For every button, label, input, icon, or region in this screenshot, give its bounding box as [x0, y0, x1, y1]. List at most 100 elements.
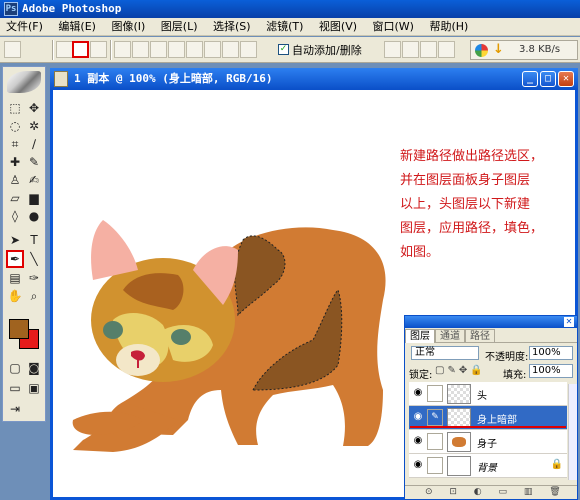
marquee-tool-icon[interactable]: ⬚: [6, 99, 24, 117]
path-select-icon[interactable]: ➤: [6, 231, 24, 249]
rectangle-icon[interactable]: [150, 41, 167, 58]
net-speed: 3.8 KB/s: [519, 44, 561, 55]
gradient-tool-icon[interactable]: ▆: [25, 189, 43, 207]
polygon-icon[interactable]: [204, 41, 221, 58]
layer-row[interactable]: ◉ 头: [409, 382, 567, 406]
layers-scrollbar[interactable]: [568, 384, 577, 480]
ellipse-icon[interactable]: [186, 41, 203, 58]
quickmask-mode-icon[interactable]: ◙: [25, 359, 43, 377]
menu-image[interactable]: 图像(I): [105, 18, 151, 36]
fill-label: 填充:: [503, 370, 527, 381]
pen-tool-preset-icon[interactable]: [4, 41, 21, 58]
download-arrow-icon: ↓: [493, 42, 504, 57]
blend-mode-select[interactable]: 正常: [411, 346, 479, 360]
fill-pixels-icon[interactable]: [90, 41, 107, 58]
hand-tool-icon[interactable]: ✋: [6, 287, 24, 305]
tab-paths[interactable]: 路径: [465, 329, 495, 343]
lasso-tool-icon[interactable]: ◌: [6, 117, 24, 135]
instruction-text: 新建路径做出路径选区， 并在图层面板身子图层 以上，头图层以下新建 图层，应用路…: [400, 145, 580, 265]
foreground-color-swatch[interactable]: [9, 319, 29, 339]
menu-edit[interactable]: 编辑(E): [52, 18, 102, 36]
layer-thumbnail: [447, 432, 471, 452]
shape-layers-icon[interactable]: [56, 41, 73, 58]
panel-close-icon[interactable]: ✕: [564, 317, 574, 327]
layer-name: 头: [477, 391, 487, 402]
network-meter: ↓ 3.8 KB/s: [470, 40, 578, 60]
instruction-line: 并在图层面板身子图层: [400, 173, 531, 188]
instruction-line: 图层，应用路径，填色，: [400, 221, 544, 236]
layer-row[interactable]: ◉ 身子: [409, 430, 567, 454]
opacity-input[interactable]: 100%: [529, 346, 573, 360]
jump-to-imageready-icon[interactable]: ⇥: [6, 400, 24, 418]
eye-icon[interactable]: ◉: [411, 434, 425, 448]
pen-icon[interactable]: [114, 41, 131, 58]
blur-tool-icon[interactable]: ◊: [6, 207, 24, 225]
eye-icon[interactable]: ◉: [411, 386, 425, 400]
standard-mode-icon[interactable]: ▢: [6, 359, 24, 377]
line-icon[interactable]: [222, 41, 239, 58]
clone-stamp-icon[interactable]: ♙: [6, 171, 24, 189]
eye-icon[interactable]: ◉: [411, 458, 425, 472]
notes-tool-icon[interactable]: ▤: [6, 269, 24, 287]
layer-name: 身子: [477, 439, 497, 450]
menu-window[interactable]: 窗口(W): [367, 18, 420, 36]
zoom-tool-icon[interactable]: ⌕: [25, 287, 43, 305]
layer-row[interactable]: ◉ 背景 🔒: [409, 454, 567, 478]
instruction-line: 如图。: [400, 245, 440, 260]
full-screen-icon[interactable]: ▣: [25, 379, 43, 397]
brush-tool-icon[interactable]: ✎: [25, 153, 43, 171]
layers-panel: ✕ 图层 通道 路径 正常 不透明度: 100% 锁定: ▢✎✥🔒 填充: 100%…: [404, 315, 578, 500]
app-title: Adobe Photoshop: [22, 2, 122, 15]
screen-mode-icon[interactable]: ▭: [6, 379, 24, 397]
canvas-artwork: [72, 220, 386, 452]
maximize-button[interactable]: □: [540, 71, 556, 87]
close-button[interactable]: ✕: [558, 71, 574, 87]
healing-brush-icon[interactable]: ✚: [6, 153, 24, 171]
layer-actions-icons[interactable]: ⊙ ⊡ ◐ ▭ ▥ 🗑: [425, 487, 568, 497]
lock-label: 锁定:: [409, 370, 433, 381]
brush-link-icon[interactable]: ✎: [427, 409, 443, 426]
tab-channels[interactable]: 通道: [435, 329, 465, 343]
eye-icon[interactable]: ◉: [411, 410, 425, 424]
options-bar: ✓ 自动添加/删除 ↓ 3.8 KB/s: [0, 37, 580, 63]
layer-link-box[interactable]: [427, 457, 443, 474]
menu-select[interactable]: 选择(S): [207, 18, 257, 36]
history-brush-icon[interactable]: ✍: [25, 171, 43, 189]
slice-tool-icon[interactable]: ∕: [25, 135, 43, 153]
menu-filter[interactable]: 滤镜(T): [260, 18, 309, 36]
rounded-rectangle-icon[interactable]: [168, 41, 185, 58]
exclude-path-icon[interactable]: [438, 41, 455, 58]
fill-input[interactable]: 100%: [529, 364, 573, 378]
opacity-label: 不透明度:: [485, 352, 529, 363]
panel-tabs: 图层 通道 路径: [405, 329, 577, 343]
menu-layer[interactable]: 图层(L): [155, 18, 204, 36]
lock-options-icon[interactable]: ▢✎✥🔒: [435, 365, 486, 376]
tab-layers[interactable]: 图层: [405, 329, 435, 343]
menu-view[interactable]: 视图(V): [313, 18, 363, 36]
eraser-tool-icon[interactable]: ▱: [6, 189, 24, 207]
magic-wand-icon[interactable]: ✲: [25, 117, 43, 135]
document-icon: [54, 71, 68, 87]
document-title: 1 副本 @ 100% (身上暗部, RGB/16): [74, 72, 273, 85]
freeform-pen-icon[interactable]: [132, 41, 149, 58]
auto-add-delete-checkbox[interactable]: ✓: [278, 44, 289, 55]
eyedropper-icon[interactable]: ✑: [25, 269, 43, 287]
custom-shape-icon[interactable]: [240, 41, 257, 58]
menu-help[interactable]: 帮助(H): [423, 18, 474, 36]
instruction-line: 新建路径做出路径选区，: [400, 149, 544, 164]
paths-mode-icon[interactable]: [72, 41, 89, 58]
crop-tool-icon[interactable]: ⌗: [6, 135, 24, 153]
subtract-path-icon[interactable]: [402, 41, 419, 58]
line-tool-icon[interactable]: ╲: [25, 250, 43, 268]
type-tool-icon[interactable]: T: [25, 231, 43, 249]
add-to-path-icon[interactable]: [384, 41, 401, 58]
layer-link-box[interactable]: [427, 385, 443, 402]
menu-file[interactable]: 文件(F): [0, 18, 49, 36]
move-tool-icon[interactable]: ✥: [25, 99, 43, 117]
pen-tool-icon[interactable]: ✒: [6, 250, 24, 268]
minimize-button[interactable]: _: [522, 71, 538, 87]
intersect-path-icon[interactable]: [420, 41, 437, 58]
dodge-tool-icon[interactable]: ●: [25, 207, 43, 225]
layer-link-box[interactable]: [427, 433, 443, 450]
app-title-bar: Ps Adobe Photoshop: [0, 0, 580, 18]
